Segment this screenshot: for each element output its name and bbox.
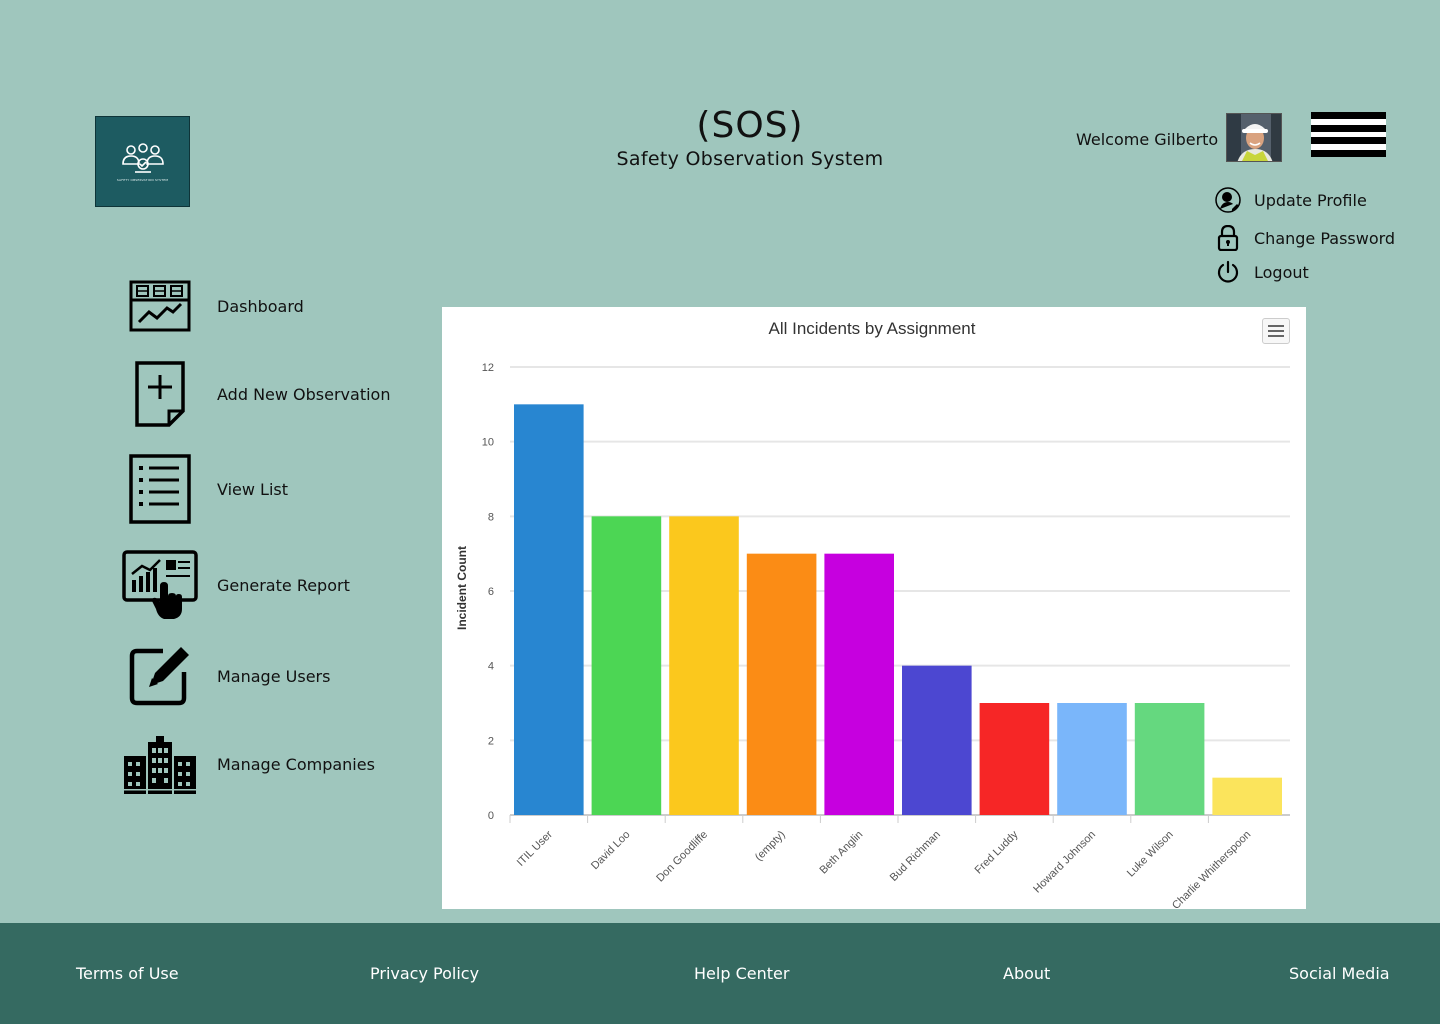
user-photo-icon — [1227, 114, 1281, 161]
bar — [669, 516, 739, 815]
change-password-label: Change Password — [1254, 228, 1396, 248]
y-tick-label: 10 — [482, 437, 494, 449]
lock-icon — [1214, 224, 1242, 252]
y-tick-label: 0 — [488, 810, 494, 822]
x-tick-label: (empty) — [753, 829, 788, 864]
welcome-text: Welcome Gilberto — [1076, 130, 1219, 149]
chart-svg: All Incidents by Assignment Incident Cou… — [455, 319, 1290, 909]
x-tick-label: Bud Richman — [888, 829, 943, 884]
chart-menu-line — [1268, 335, 1284, 337]
nav-item-manage-companies[interactable]: Manage Companies — [120, 728, 420, 800]
chart-menu-line — [1268, 325, 1284, 327]
power-icon — [1214, 258, 1242, 286]
footer-link-privacy[interactable]: Privacy Policy — [370, 964, 479, 983]
bar — [746, 553, 817, 815]
bar — [1057, 703, 1127, 815]
bar — [979, 703, 1050, 815]
bar — [1134, 703, 1205, 815]
nav-item-manage-users[interactable]: Manage Users — [120, 640, 420, 712]
list-icon — [120, 453, 200, 525]
chart-title: All Incidents by Assignment — [769, 319, 976, 338]
x-tick-label: Fred Luddy — [973, 828, 1021, 876]
buildings-icon — [120, 728, 200, 800]
user-menu: Update Profile Change Password Logout — [1214, 185, 1395, 295]
app-title: (SOS) Safety Observation System — [560, 106, 940, 170]
chart-menu-line — [1268, 330, 1284, 332]
app-name: Safety Observation System — [616, 147, 884, 170]
nav-label-dashboard: Dashboard — [217, 296, 304, 316]
y-tick-label: 8 — [488, 511, 494, 523]
add-document-icon — [120, 358, 200, 430]
app-abbreviation: (SOS) — [696, 105, 804, 146]
hamburger-bar — [1311, 137, 1386, 145]
dashboard-icon — [120, 270, 200, 342]
chart-menu-button[interactable] — [1262, 318, 1290, 344]
hamburger-bar — [1311, 149, 1386, 157]
nav-label-generate-report: Generate Report — [217, 575, 350, 595]
footer-link-terms[interactable]: Terms of Use — [76, 964, 179, 983]
nav-label-view-list: View List — [217, 479, 289, 499]
report-icon — [120, 549, 200, 621]
y-tick-label: 6 — [488, 586, 494, 598]
nav-item-view-list[interactable]: View List — [120, 453, 420, 525]
incidents-chart: All Incidents by Assignment Incident Cou… — [442, 307, 1306, 909]
footer: Terms of Use Privacy Policy Help Center … — [0, 923, 1440, 1024]
nav-item-generate-report[interactable]: Generate Report — [120, 549, 420, 621]
footer-link-about[interactable]: About — [1003, 964, 1050, 983]
hamburger-bar — [1311, 112, 1386, 119]
footer-link-help[interactable]: Help Center — [694, 964, 789, 983]
logout-link[interactable]: Logout — [1214, 257, 1395, 287]
bar — [591, 516, 662, 815]
y-tick-label: 4 — [488, 661, 494, 673]
edit-icon — [120, 640, 200, 712]
logout-label: Logout — [1254, 262, 1309, 282]
bar — [1212, 777, 1282, 815]
app-logo[interactable]: SAFETY OBSERVATION SYSTEM — [95, 116, 190, 207]
nav-label-manage-users: Manage Users — [217, 666, 331, 686]
x-tick-label: David Loo — [589, 829, 633, 873]
chart-y-axis-label: Incident Count — [455, 546, 469, 630]
nav-label-add-new-observation: Add New Observation — [217, 384, 391, 404]
update-profile-label: Update Profile — [1254, 190, 1367, 210]
hamburger-menu-button[interactable] — [1311, 112, 1386, 157]
y-tick-label: 2 — [488, 735, 494, 747]
hamburger-bar — [1311, 124, 1386, 132]
nav-item-dashboard[interactable]: Dashboard — [120, 270, 420, 342]
x-tick-label: Charlie Whitherspoon — [1170, 829, 1253, 909]
logo-caption: SAFETY OBSERVATION SYSTEM — [116, 177, 169, 182]
x-tick-label: Beth Anglin — [817, 829, 865, 877]
x-tick-label: Howard Johnson — [1031, 829, 1098, 896]
change-password-link[interactable]: Change Password — [1214, 223, 1395, 253]
bar — [824, 553, 894, 815]
nav-label-manage-companies: Manage Companies — [217, 754, 375, 774]
team-logo-icon — [121, 142, 164, 173]
nav-item-add-new-observation[interactable]: Add New Observation — [120, 358, 420, 430]
footer-link-social[interactable]: Social Media — [1289, 964, 1390, 983]
user-edit-icon — [1214, 186, 1242, 214]
x-tick-label: Luke Wilson — [1125, 829, 1176, 880]
update-profile-link[interactable]: Update Profile — [1214, 185, 1395, 215]
y-tick-label: 12 — [482, 362, 494, 374]
avatar[interactable] — [1226, 113, 1282, 162]
x-tick-label: Don Goodliffe — [654, 829, 710, 885]
bar — [902, 665, 972, 815]
x-tick-label: ITIL User — [515, 828, 555, 868]
bar — [514, 404, 584, 815]
